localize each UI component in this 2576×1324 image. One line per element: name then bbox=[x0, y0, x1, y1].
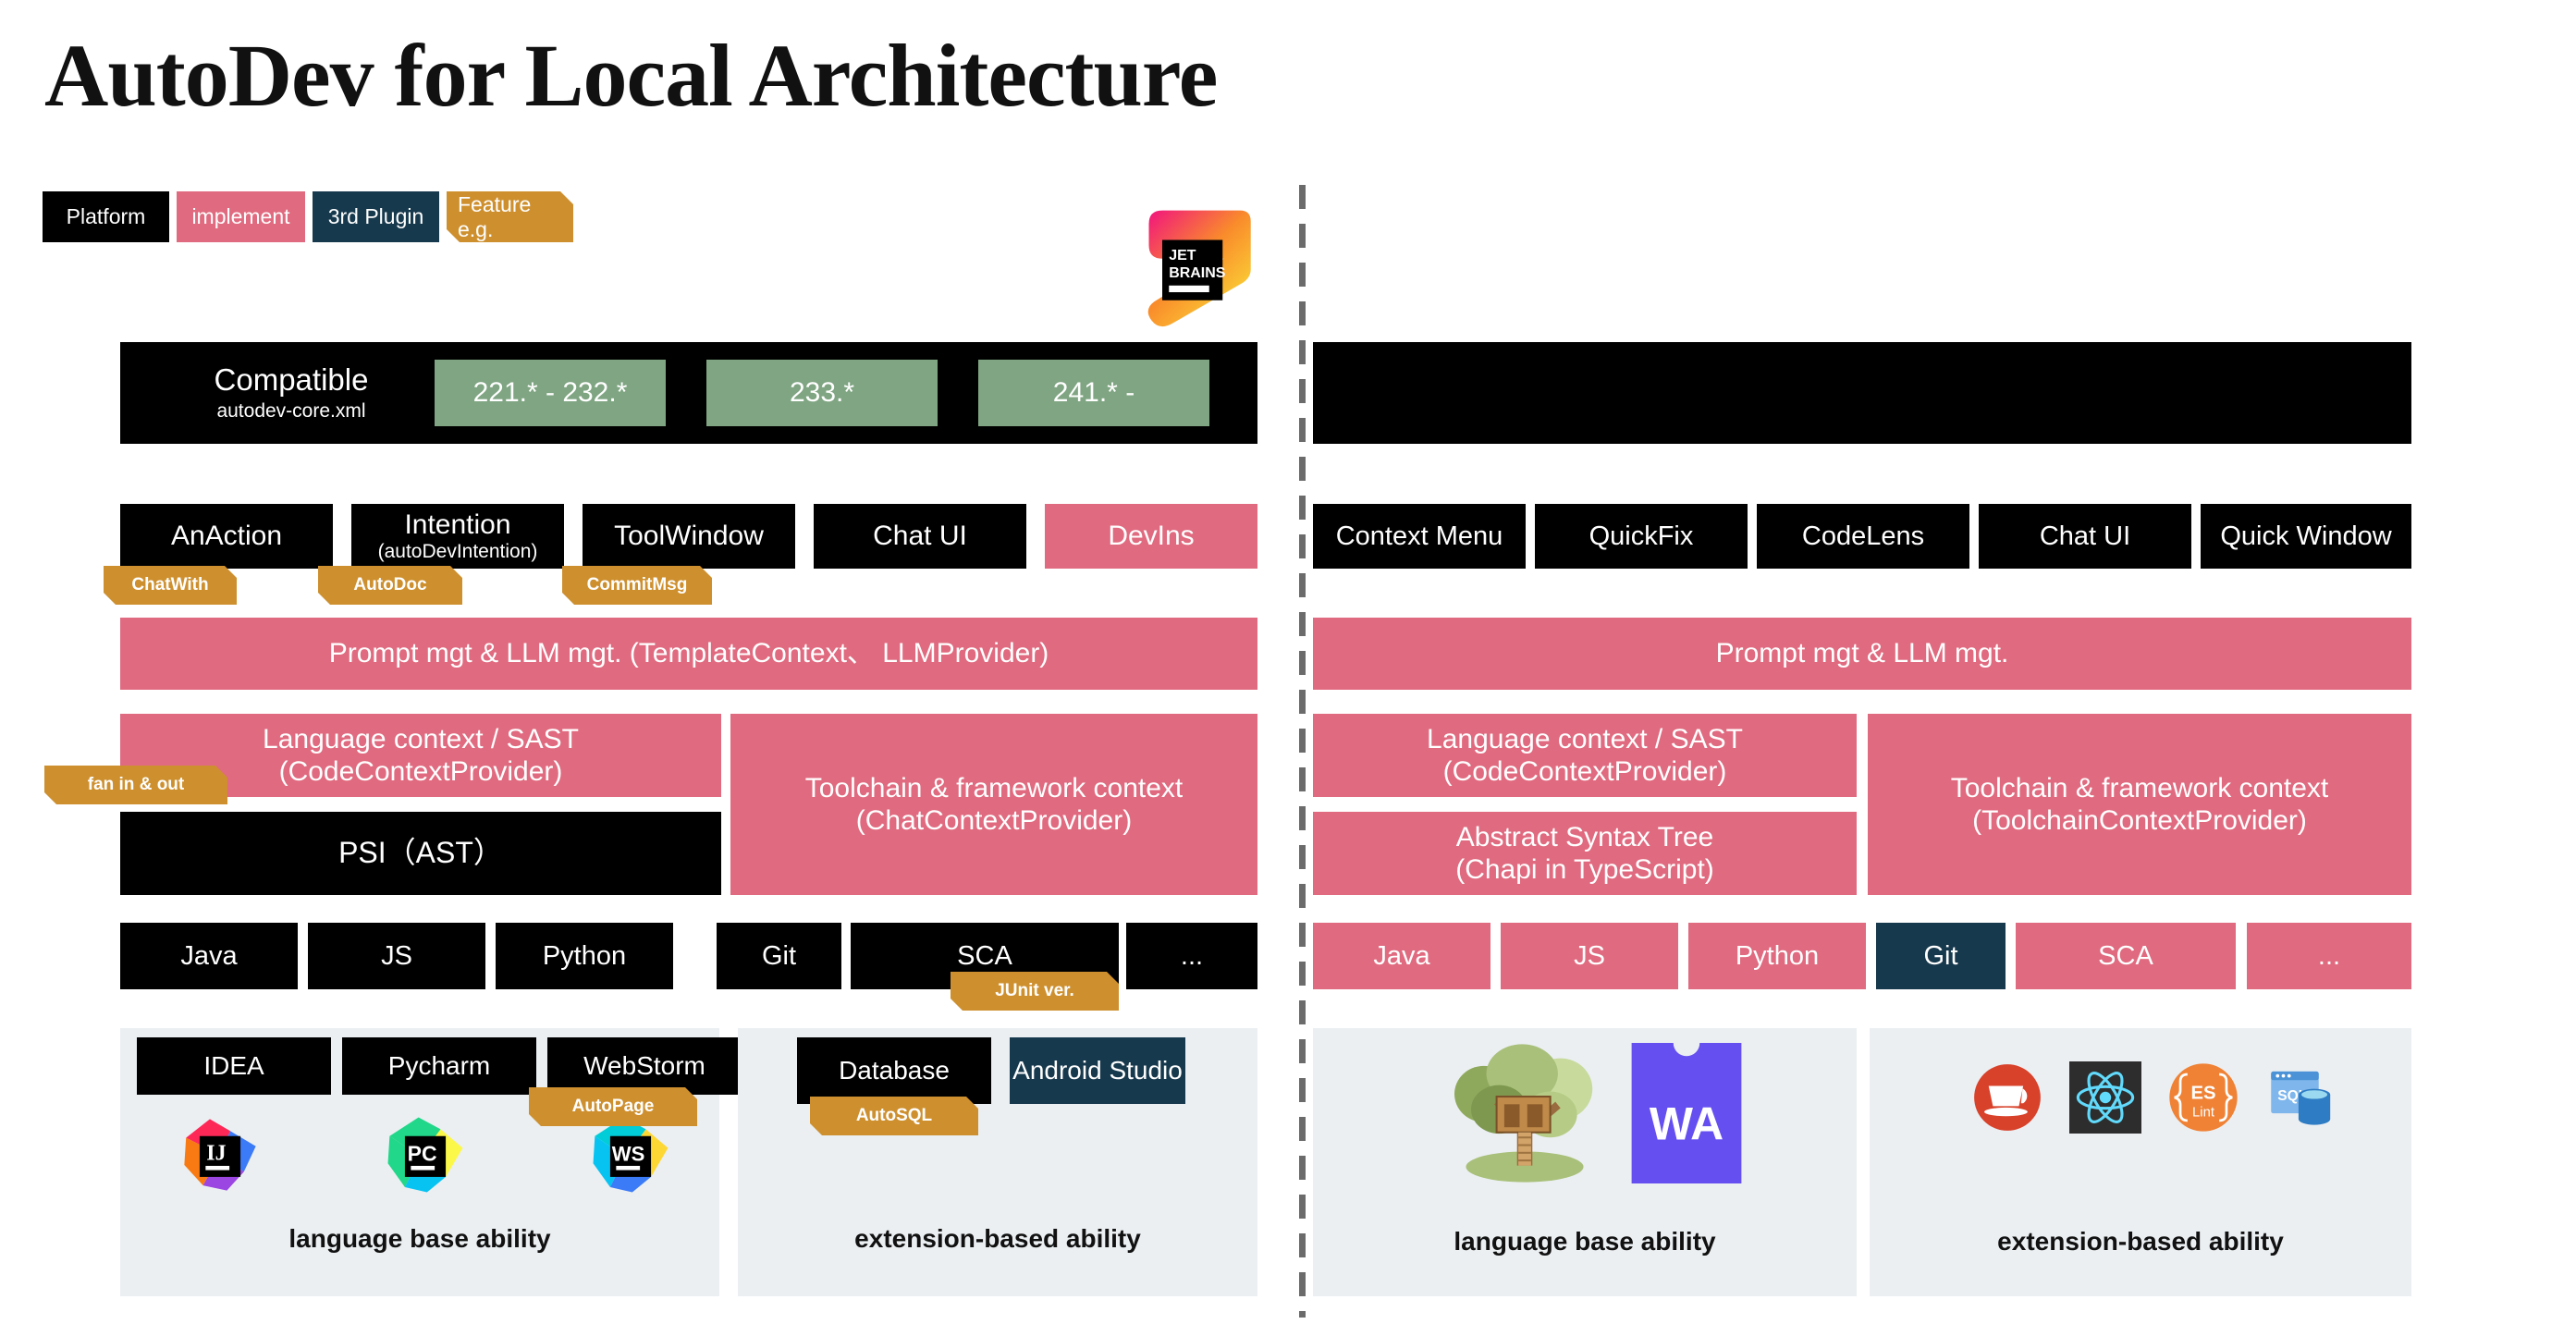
eslint-lint-label: Lint bbox=[2192, 1105, 2214, 1120]
entrypoint-chat-ui[interactable]: Chat UI bbox=[814, 504, 1026, 569]
ext-android-studio: Android Studio bbox=[1010, 1037, 1185, 1104]
entrypoint-chat-ui-label: Chat UI bbox=[873, 521, 967, 552]
code-context-line1: Language context / SAST bbox=[263, 723, 579, 754]
lang-js: JS bbox=[308, 923, 485, 989]
tag-commitmsg: CommitMsg bbox=[562, 566, 712, 605]
java-coffee-icon bbox=[1971, 1061, 2043, 1134]
vs-ast-line1: Abstract Syntax Tree bbox=[1455, 821, 1714, 852]
jetbrains-panel: JET BRAINS Compatible autodev-core.xml 2… bbox=[0, 0, 1294, 1324]
vs-lang-java: Java bbox=[1313, 923, 1490, 989]
ext-android-studio-label: Android Studio bbox=[1012, 1056, 1183, 1085]
vs-lang-more: ... bbox=[2247, 923, 2411, 989]
ide-webstorm: WebStorm bbox=[547, 1037, 742, 1095]
vscode-panel: Context Menu QuickFix CodeLens Chat UI Q… bbox=[1313, 0, 2576, 1324]
lang-python: Python bbox=[496, 923, 673, 989]
vs-code-context-line2: (CodeContextProvider) bbox=[1442, 756, 1727, 787]
vs-base-caption: language base ability bbox=[1454, 1227, 1716, 1256]
toolchain-context-line2: (ChatContextProvider) bbox=[855, 805, 1133, 836]
entrypoint-intention-sub: (autoDevIntention) bbox=[377, 541, 538, 563]
vs-toolchain-line2: (ToolchainContextProvider) bbox=[1972, 805, 2307, 836]
toolchain-context-line1: Toolchain & framework context bbox=[804, 772, 1184, 803]
tag-fan-in-out: fan in & out bbox=[44, 766, 227, 804]
compatible-title: Compatible bbox=[214, 362, 369, 397]
vs-toolchain-line1: Toolchain & framework context bbox=[1950, 772, 2329, 803]
jetbrains-logo-icon: JET BRAINS bbox=[1135, 200, 1270, 334]
vs-entrypoint-codelens[interactable]: CodeLens bbox=[1757, 504, 1969, 569]
eslint-es-label: ES bbox=[2190, 1084, 2215, 1104]
sql-database-icon: SQL bbox=[2265, 1061, 2337, 1134]
webassembly-label: WA bbox=[1650, 1098, 1723, 1150]
svg-text:BRAINS: BRAINS bbox=[1169, 265, 1225, 281]
vs-entrypoint-quickfix[interactable]: QuickFix bbox=[1535, 504, 1748, 569]
panel-divider bbox=[1299, 185, 1306, 1318]
pycharm-icon: PC bbox=[383, 1112, 468, 1197]
chat-context-provider: Toolchain & framework context (ChatConte… bbox=[730, 714, 1257, 895]
vs-entrypoint-chat-ui[interactable]: Chat UI bbox=[1979, 504, 2191, 569]
compat-version-221: 221.* - 232.* bbox=[435, 360, 666, 426]
vs-code-context-line1: Language context / SAST bbox=[1427, 723, 1743, 754]
tree-sitter-icon bbox=[1448, 1043, 1601, 1183]
prompt-llm-layer: Prompt mgt & LLM mgt. (TemplateContext、 … bbox=[120, 618, 1257, 690]
svg-text:JET: JET bbox=[1169, 248, 1196, 264]
webassembly-icon: WA bbox=[1631, 1043, 1742, 1183]
lang-java: Java bbox=[120, 923, 298, 989]
svg-text:PC: PC bbox=[408, 1141, 437, 1165]
lang-git: Git bbox=[717, 923, 841, 989]
jb-base-caption: language base ability bbox=[288, 1224, 551, 1253]
vs-abstract-syntax-tree: Abstract Syntax Tree (Chapi in TypeScrip… bbox=[1313, 812, 1857, 895]
react-icon bbox=[2069, 1061, 2141, 1134]
vs-lang-sca: SCA bbox=[2016, 923, 2236, 989]
vs-lang-js: JS bbox=[1501, 923, 1678, 989]
vs-prompt-llm-layer: Prompt mgt & LLM mgt. bbox=[1313, 618, 2411, 690]
vs-lang-python: Python bbox=[1688, 923, 1866, 989]
ide-pycharm: Pycharm bbox=[342, 1037, 536, 1095]
tag-autosql: AutoSQL bbox=[810, 1097, 978, 1135]
entrypoint-devins-label: DevIns bbox=[1108, 521, 1195, 552]
entrypoint-anaction-label: AnAction bbox=[170, 521, 283, 552]
entrypoint-devins[interactable]: DevIns bbox=[1045, 504, 1257, 569]
entrypoint-toolwindow[interactable]: ToolWindow bbox=[583, 504, 795, 569]
vs-toolchain-context-provider: Toolchain & framework context (Toolchain… bbox=[1868, 714, 2411, 895]
entrypoint-intention[interactable]: Intention (autoDevIntention) bbox=[351, 504, 564, 569]
svg-text:IJ: IJ bbox=[206, 1142, 226, 1166]
tag-junit-ver: JUnit ver. bbox=[951, 972, 1119, 1011]
svg-text:WS: WS bbox=[612, 1142, 645, 1165]
vs-ext-caption: extension-based ability bbox=[1997, 1227, 2284, 1256]
vs-code-context-provider: Language context / SAST (CodeContextProv… bbox=[1313, 714, 1857, 797]
compatible-label: Compatible autodev-core.xml bbox=[176, 362, 407, 423]
vscode-header-bar bbox=[1313, 342, 2411, 444]
compat-version-233: 233.* bbox=[706, 360, 938, 426]
tag-autopage: AutoPage bbox=[529, 1087, 697, 1126]
vs-entrypoint-context-menu[interactable]: Context Menu bbox=[1313, 504, 1526, 569]
entrypoint-toolwindow-label: ToolWindow bbox=[614, 521, 764, 552]
tag-autodoc: AutoDoc bbox=[318, 566, 462, 605]
lang-more: ... bbox=[1126, 923, 1257, 989]
ext-database: Database bbox=[797, 1037, 991, 1104]
entrypoint-intention-label: Intention bbox=[404, 509, 511, 540]
code-context-line2: (CodeContextProvider) bbox=[278, 756, 563, 787]
jb-ext-caption: extension-based ability bbox=[854, 1224, 1141, 1253]
vs-ast-line2: (Chapi in TypeScript) bbox=[1455, 854, 1714, 885]
entrypoint-anaction[interactable]: AnAction bbox=[120, 504, 333, 569]
compat-version-241: 241.* - bbox=[978, 360, 1209, 426]
vs-lang-git: Git bbox=[1876, 923, 2006, 989]
psi-ast-box: PSI（AST） bbox=[120, 812, 721, 895]
tag-chatwith: ChatWith bbox=[104, 566, 237, 605]
eslint-icon: ES Lint bbox=[2167, 1061, 2239, 1134]
compatible-subtitle: autodev-core.xml bbox=[216, 400, 366, 422]
ide-idea: IDEA bbox=[137, 1037, 331, 1095]
diagram-canvas: AutoDev for Local Architecture Platform … bbox=[0, 0, 2576, 1324]
intellij-idea-icon: IJ bbox=[178, 1112, 263, 1197]
vs-entrypoint-quick-window[interactable]: Quick Window bbox=[2201, 504, 2411, 569]
